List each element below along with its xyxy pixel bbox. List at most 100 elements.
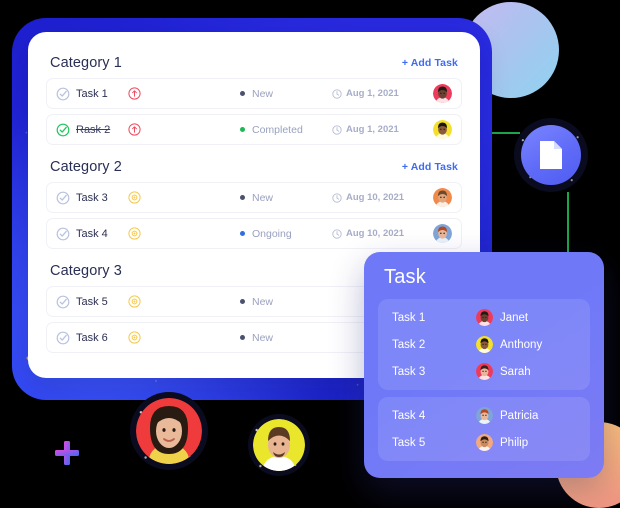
task-panel-groups: Task 1 Janet Task 2 Anthony Task 3 Sarah Task … xyxy=(364,299,604,461)
task-date: Aug 1, 2021 xyxy=(332,124,428,135)
task-row[interactable]: Task 3 New Aug 10, 2021 xyxy=(46,182,462,213)
task-check[interactable] xyxy=(56,331,76,345)
floating-avatar-2[interactable] xyxy=(248,414,310,476)
priority-medium-icon xyxy=(128,331,141,344)
status-label: Ongoing xyxy=(252,227,292,240)
task-date: Aug 10, 2021 xyxy=(332,228,428,239)
clock-icon xyxy=(332,124,342,135)
status-dot xyxy=(240,91,245,96)
task-row[interactable]: Task 4 Ongoing Aug 10, 2021 xyxy=(46,218,462,249)
stage: Category 1 + Add Task Task 1 New Aug 1, 2021… xyxy=(0,0,620,508)
task-panel-task-name: Task 2 xyxy=(392,338,426,351)
status-label: New xyxy=(252,331,274,344)
task-panel-group: Task 4 Patricia Task 5 Philip xyxy=(378,397,590,461)
task-status[interactable]: Ongoing xyxy=(240,228,332,240)
category-header: Category 2 + Add Task xyxy=(46,150,462,182)
category-title: Category 1 xyxy=(50,55,122,71)
task-check-icon[interactable] xyxy=(56,331,70,345)
task-check-icon[interactable] xyxy=(56,295,70,309)
task-priority[interactable] xyxy=(128,295,154,308)
task-panel-person: Philip xyxy=(476,434,576,451)
task-status[interactable]: New xyxy=(240,88,332,100)
person-avatar xyxy=(476,309,493,326)
task-name: Task 5 xyxy=(76,295,108,308)
person-avatar xyxy=(476,336,493,353)
task-status[interactable]: New xyxy=(240,332,332,344)
priority-medium-icon xyxy=(128,295,141,308)
task-status[interactable]: New xyxy=(240,192,332,204)
task-assignee-avatar[interactable] xyxy=(428,84,452,103)
clock-icon xyxy=(332,192,342,203)
task-check[interactable] xyxy=(56,123,76,137)
task-row[interactable]: Rask 2 Completed Aug 1, 2021 xyxy=(46,114,462,145)
status-label: New xyxy=(252,295,274,308)
task-date-label: Aug 1, 2021 xyxy=(346,124,399,135)
status-dot xyxy=(240,127,245,132)
task-panel-person: Sarah xyxy=(476,363,576,380)
task-priority[interactable] xyxy=(128,87,154,100)
task-check[interactable] xyxy=(56,191,76,205)
task-panel-task-name: Task 1 xyxy=(392,311,426,324)
task-panel-row[interactable]: Task 1 Janet xyxy=(378,304,590,331)
task-panel-group: Task 1 Janet Task 2 Anthony Task 3 Sarah xyxy=(378,299,590,390)
status-dot xyxy=(240,231,245,236)
task-status[interactable]: New xyxy=(240,296,332,308)
status-dot xyxy=(240,335,245,340)
status-label: Completed xyxy=(252,123,303,136)
clock-icon xyxy=(332,88,342,99)
person-avatar xyxy=(476,434,493,451)
task-check[interactable] xyxy=(56,87,76,101)
task-check-icon[interactable] xyxy=(56,191,70,205)
task-priority[interactable] xyxy=(128,227,154,240)
plus-icon[interactable] xyxy=(52,438,82,468)
task-assignee-avatar[interactable] xyxy=(428,188,452,207)
assignee-avatar xyxy=(433,224,452,243)
priority-high-icon xyxy=(128,87,141,100)
status-dot xyxy=(240,195,245,200)
add-task-button[interactable]: + Add Task xyxy=(402,57,458,69)
task-assignee-avatar[interactable] xyxy=(428,120,452,139)
task-check-icon[interactable] xyxy=(56,87,70,101)
task-checked-icon[interactable] xyxy=(56,123,70,137)
clock-icon xyxy=(332,228,342,239)
task-priority[interactable] xyxy=(128,331,154,344)
task-panel-row[interactable]: Task 5 Philip xyxy=(378,429,590,456)
document-badge[interactable] xyxy=(514,118,588,192)
task-assignee-avatar[interactable] xyxy=(428,224,452,243)
task-panel-person-name: Janet xyxy=(500,311,529,324)
priority-medium-icon xyxy=(128,191,141,204)
document-icon xyxy=(540,141,562,169)
task-priority[interactable] xyxy=(128,191,154,204)
task-panel-person: Anthony xyxy=(476,336,576,353)
task-panel-task-name: Task 4 xyxy=(392,409,426,422)
category-title: Category 3 xyxy=(50,263,122,279)
task-date: Aug 1, 2021 xyxy=(332,88,428,99)
task-panel-person: Patricia xyxy=(476,407,576,424)
task-check-icon[interactable] xyxy=(56,227,70,241)
person-avatar xyxy=(476,407,493,424)
category-header: Category 1 + Add Task xyxy=(46,46,462,78)
task-status[interactable]: Completed xyxy=(240,124,332,136)
task-priority[interactable] xyxy=(128,123,154,136)
status-label: New xyxy=(252,87,274,100)
task-name: Task 1 xyxy=(76,87,108,100)
task-check[interactable] xyxy=(56,295,76,309)
task-panel-row[interactable]: Task 2 Anthony xyxy=(378,331,590,358)
task-name: Task 6 xyxy=(76,331,108,344)
task-panel-row[interactable]: Task 4 Patricia xyxy=(378,402,590,429)
task-check[interactable] xyxy=(56,227,76,241)
task-panel-person-name: Philip xyxy=(500,436,529,449)
task-name: Task 4 xyxy=(76,227,108,240)
add-task-button[interactable]: + Add Task xyxy=(402,161,458,173)
task-panel-row[interactable]: Task 3 Sarah xyxy=(378,358,590,385)
assignee-avatar xyxy=(433,188,452,207)
task-panel-task-name: Task 5 xyxy=(392,436,426,449)
task-date-label: Aug 10, 2021 xyxy=(346,228,405,239)
task-name: Rask 2 xyxy=(76,123,111,136)
assignee-avatar xyxy=(433,84,452,103)
floating-avatar-1[interactable] xyxy=(130,392,208,470)
task-panel-person-name: Sarah xyxy=(500,365,531,378)
task-row[interactable]: Task 1 New Aug 1, 2021 xyxy=(46,78,462,109)
task-panel-person-name: Patricia xyxy=(500,409,539,422)
task-date-label: Aug 10, 2021 xyxy=(346,192,405,203)
